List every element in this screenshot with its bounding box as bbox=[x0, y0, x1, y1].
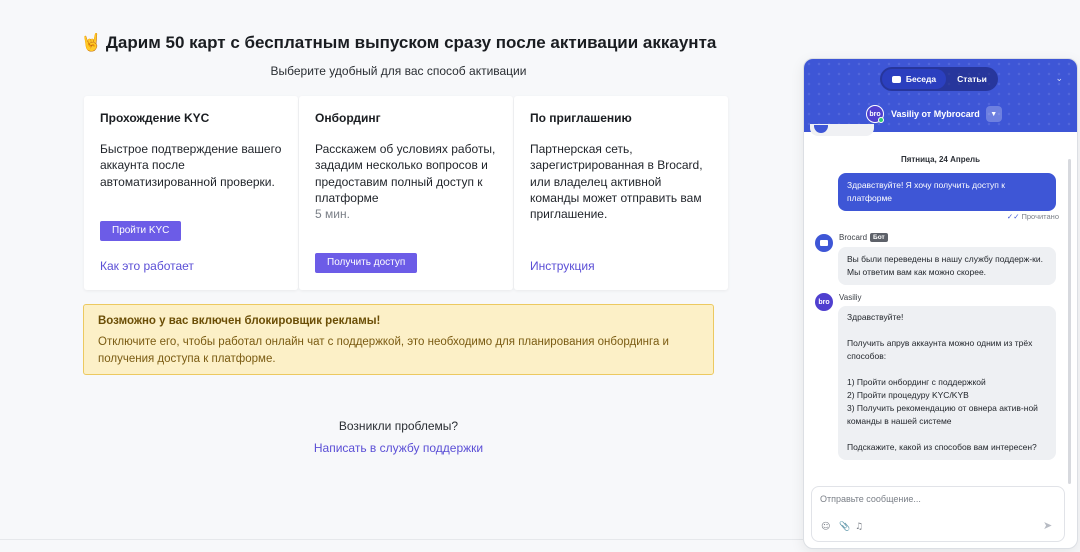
warning-title: Возможно у вас включен блокировщик рекла… bbox=[98, 315, 381, 327]
message-composer: ☺ 📎 ♫ ➤ bbox=[811, 486, 1065, 542]
card-description: Расскажем об условиях работы, зададим не… bbox=[315, 142, 496, 222]
chat-tabs: Беседа Статьи bbox=[880, 67, 998, 91]
message-line: Здравствуйте! bbox=[847, 312, 904, 322]
instruction-link[interactable]: Инструкция bbox=[530, 259, 595, 273]
rock-hand-icon: 🤘 bbox=[80, 33, 102, 53]
date-separator: Пятница, 24 Апрель bbox=[900, 155, 981, 164]
card-title: Онбординг bbox=[315, 111, 381, 125]
adblock-warning: Возможно у вас включен блокировщик рекла… bbox=[83, 304, 714, 375]
get-access-button[interactable]: Получить доступ bbox=[315, 253, 418, 273]
chat-header: Беседа Статьи ⌄ bro Vasiliy от Mybrocard… bbox=[804, 59, 1077, 132]
duration-label: 5 мин. bbox=[315, 207, 350, 222]
pass-kyc-button[interactable]: Пройти KYC bbox=[100, 221, 182, 241]
tab-conversation[interactable]: Беседа bbox=[882, 69, 946, 89]
double-check-icon: ✓✓ bbox=[1006, 212, 1020, 221]
incoming-message: Здравствуйте! Получить апрув аккаунта мо… bbox=[838, 306, 1056, 460]
card-description: Партнерская сеть, зарегистрированная в B… bbox=[530, 142, 703, 222]
avatar: bro bbox=[815, 293, 833, 311]
bot-badge: Бот bbox=[870, 233, 888, 242]
incoming-message: Вы были переведены в нашу службу поддерж… bbox=[838, 247, 1056, 285]
bot-avatar bbox=[815, 234, 833, 252]
agent-info: bro Vasiliy от Mybrocard ▼ bbox=[866, 104, 1002, 124]
page-subtitle: Выберите удобный для вас способ активаци… bbox=[270, 64, 527, 78]
problems-label: Возникли проблемы? bbox=[338, 419, 459, 433]
message-line bbox=[847, 324, 1047, 337]
message-line bbox=[847, 363, 1047, 376]
scrollbar[interactable] bbox=[1068, 159, 1071, 484]
message-line: 2) Пройти процедуру KYC/KYB bbox=[847, 390, 969, 400]
chevron-down-icon[interactable]: ▼ bbox=[985, 106, 1002, 122]
message-line: Подскажите, какой из способов вам интере… bbox=[847, 442, 1037, 452]
kyc-card: Прохождение KYC Быстрое подтверждение ва… bbox=[84, 96, 298, 290]
chat-bubble-icon bbox=[891, 76, 901, 83]
online-status-icon bbox=[878, 117, 884, 123]
outgoing-message: Здравствуйте! Я хочу получить доступ к п… bbox=[838, 173, 1056, 211]
card-description: Быстрое подтверждение вашего аккаунта по… bbox=[100, 142, 282, 189]
message-line bbox=[847, 428, 1047, 441]
onboarding-card: Онбординг Расскажем об условиях работы, … bbox=[299, 96, 513, 290]
divider bbox=[0, 539, 803, 540]
agent-name: Vasiliy от Mybrocard bbox=[891, 109, 980, 119]
card-title: Прохождение KYC bbox=[100, 111, 210, 125]
send-icon[interactable]: ➤ bbox=[1043, 519, 1056, 532]
collapse-chevron-icon[interactable]: ⌄ bbox=[1055, 73, 1063, 84]
emoji-icon[interactable]: ☺ bbox=[821, 522, 830, 532]
page-title: 🤘 Дарим 50 карт с бесплатным выпуском сра… bbox=[80, 33, 717, 53]
voice-icon[interactable]: ♫ bbox=[855, 522, 863, 532]
attach-icon[interactable]: 📎 bbox=[839, 522, 850, 532]
message-line: 3) Получить рекомендацию от овнера актив… bbox=[847, 403, 1038, 426]
card-title: По приглашению bbox=[530, 111, 632, 125]
chat-widget: Беседа Статьи ⌄ bro Vasiliy от Mybrocard… bbox=[803, 58, 1078, 549]
message-line: Получить апрув аккаунта можно одним из т… bbox=[847, 338, 1033, 361]
chat-bubble-icon bbox=[820, 240, 828, 246]
support-link[interactable]: Написать в службу поддержки bbox=[0, 441, 797, 455]
invitation-card: По приглашению Партнерская сеть, зарегис… bbox=[514, 96, 728, 290]
warning-text: Отключите его, чтобы работал онлайн чат … bbox=[98, 336, 669, 365]
sender-name: Brocard Бот bbox=[839, 233, 888, 242]
message-input[interactable] bbox=[820, 494, 1050, 504]
how-it-works-link[interactable]: Как это работает bbox=[100, 259, 194, 273]
tab-articles[interactable]: Статьи bbox=[948, 69, 996, 89]
avatar: bro bbox=[866, 105, 884, 123]
message-line: 1) Пройти онбординг с поддержкой bbox=[847, 377, 986, 387]
sender-name: Vasiliy bbox=[839, 293, 862, 302]
read-status: ✓✓ Прочитано bbox=[1006, 212, 1059, 221]
